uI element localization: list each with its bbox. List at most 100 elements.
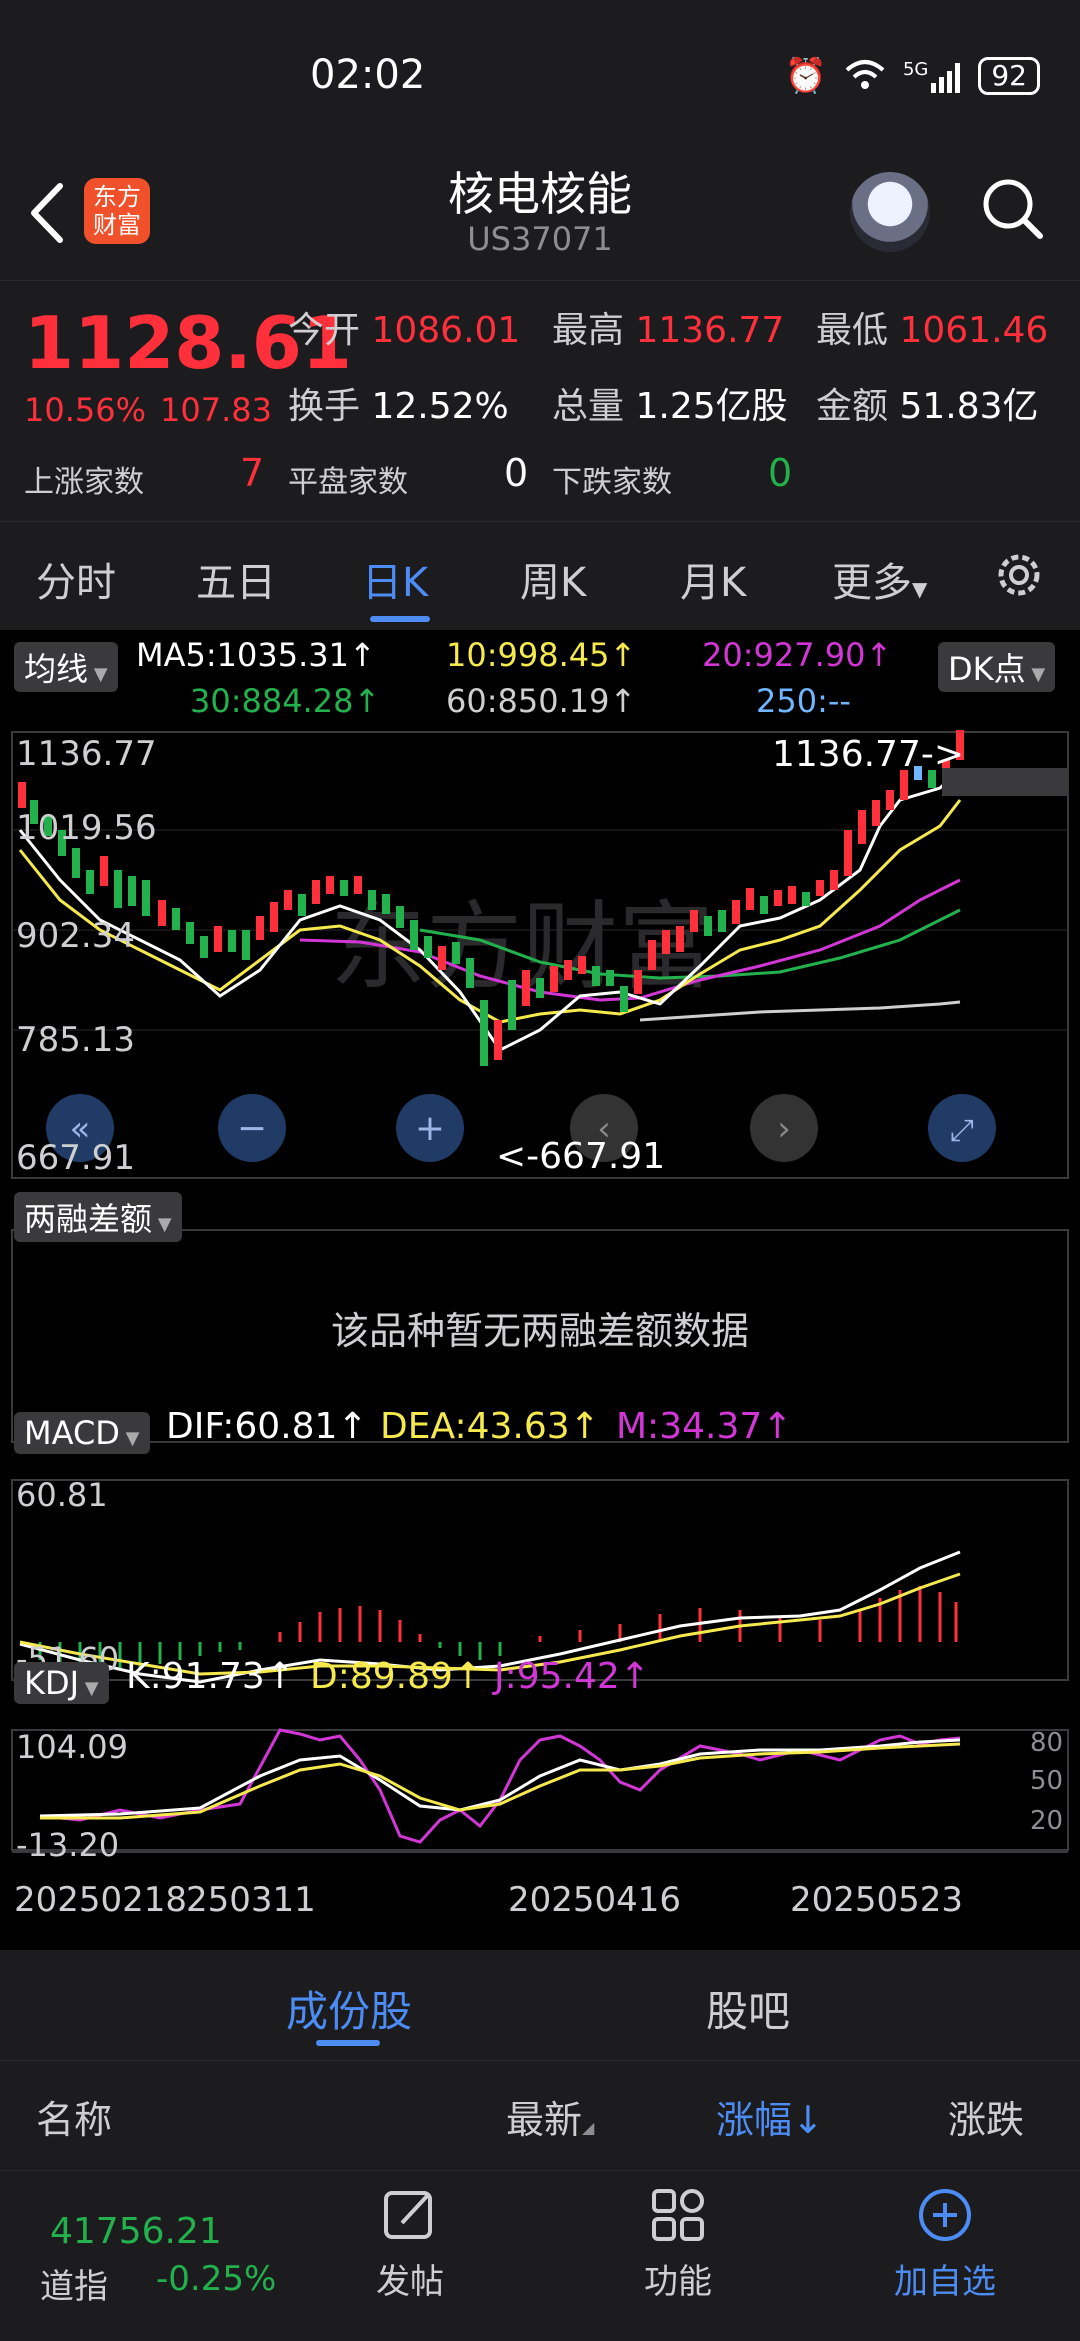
tab-five-day[interactable]: 五日 [196,550,276,608]
header: 东方 财富 核电核能 US37071 [0,150,1080,280]
constituent-tabs: 成份股 股吧 [0,1950,1080,2060]
index-value[interactable]: 41756.21 [50,2211,222,2252]
search-icon [983,179,1043,239]
quote-panel: 1128.61 10.56% 107.83 今开 1086.01 最高 1136… [0,280,1080,522]
down-count-label: 下跌家数 [552,465,672,500]
date-label-4: 20250523 [790,1880,964,1920]
macd-y-top: 60.81 [16,1476,108,1514]
function-button[interactable]: 功能 [638,2185,718,2303]
chevron-right-icon: › [777,1109,791,1149]
flat-count: 0 [504,451,529,495]
kdj-d-value: D:89.89↑ [310,1656,484,1697]
tab-stock-forum[interactable]: 股吧 [706,1978,790,2039]
robot-assistant-icon[interactable] [850,172,930,252]
ma60-value: 60:850.19↑ [446,682,637,720]
col-change[interactable]: 涨跌 [948,2089,1024,2144]
macd-m-value: M:34.37↑ [616,1406,793,1447]
y-label-5: 667.91 [16,1138,135,1178]
tab-weekly-k[interactable]: 周K [520,550,586,608]
post-button[interactable]: 发帖 [370,2185,450,2303]
col-pct-sort[interactable]: 涨幅↓ [716,2089,824,2144]
ma-selector[interactable]: 均线 ▼ [14,642,118,692]
change-amount: 107.83 [160,391,272,429]
kdj-y-bottom: -13.20 [16,1826,120,1864]
amount-stat: 金额 51.83亿 [816,386,1039,427]
flat-count-label: 平盘家数 [288,465,408,500]
alarm-icon: ⏰ [784,56,827,96]
active-tab-indicator [370,616,430,622]
index-name[interactable]: 道指 [40,2259,108,2308]
y-label-4: 785.13 [16,1020,135,1060]
ma10-value: 10:998.45↑ [446,636,637,674]
edit-icon [384,2191,432,2239]
tab-constituents[interactable]: 成份股 [286,1978,412,2039]
volume-stat: 总量 1.25亿股 [552,386,788,427]
min-price-marker: <-667.91 [496,1136,666,1177]
margin-selector[interactable]: 两融差额 ▼ [14,1192,182,1242]
macd-frame [11,1479,1069,1681]
kdj-k-value: K:91.73↑ [126,1656,295,1697]
add-watchlist-button[interactable]: 加自选 [890,2185,1000,2303]
status-bar: 02:02 ⏰ 5G 92 [0,0,1080,150]
minus-icon: − [237,1108,267,1149]
date-label-1: 20250218 [14,1880,188,1920]
kdj-level-50: 50 [1030,1766,1064,1796]
tab-monthly-k[interactable]: 月K [680,550,746,608]
tab-intraday[interactable]: 分时 [36,550,116,608]
date-label-2: 250311 [186,1880,316,1920]
grid-icon [652,2189,704,2241]
macd-dea-value: DEA:43.63↑ [380,1406,600,1447]
turnover-stat: 换手 12.52% [288,386,509,427]
kdj-y-top: 104.09 [16,1728,128,1766]
battery-indicator: 92 [978,57,1040,95]
plus-circle-icon [919,2189,971,2241]
ma5-value: MA5:1035.31↑ [136,636,376,674]
ma60-line [639,1000,961,1022]
dk-point-button[interactable]: DK点 ▼ [938,642,1056,692]
status-time: 02:02 [310,52,426,98]
chart-area[interactable]: 均线 ▼ MA5:1035.31↑ 10:998.45↑ 20:927.90↑ … [0,630,1080,1950]
add-watchlist-label: 加自选 [894,2262,996,2302]
ma250-value: 250:-- [756,682,851,720]
chart-settings-button[interactable] [990,546,1048,604]
margin-empty-text: 该品种暂无两融差额数据 [330,1309,749,1353]
tab-more[interactable]: 更多▼ [832,550,927,608]
open-stat: 今开 1086.01 [288,310,521,351]
y-label-1: 1136.77 [16,734,157,774]
kdj-selector[interactable]: KDJ ▼ [14,1662,109,1704]
signal-icon: 5G [902,59,961,93]
search-button[interactable] [978,174,1046,242]
max-price-marker: 1136.77-> [772,734,965,775]
bottom-bar: 41756.21 道指 -0.25% 发帖 功能 加自选 [0,2170,1080,2341]
date-label-3: 20250416 [508,1880,682,1920]
macd-selector[interactable]: MACD ▼ [14,1412,150,1454]
up-count-label: 上涨家数 [24,465,144,500]
period-tabs: 分时 五日 日K 周K 月K 更多▼ [0,520,1080,631]
up-count: 7 [240,451,265,495]
ma20-value: 20:927.90↑ [702,636,893,674]
kdj-j-value: J:95.42↑ [494,1656,650,1697]
col-name: 名称 [36,2098,113,2142]
kdj-level-20: 20 [1030,1806,1064,1836]
bottom-tab-indicator [316,2040,380,2046]
function-label: 功能 [644,2262,712,2302]
plus-icon: + [415,1108,445,1149]
caret-down-icon: ▼ [912,577,928,601]
kdj-j-line [39,1728,961,1844]
change-percent: 10.56% [24,391,147,429]
y-label-3: 902.34 [16,916,135,956]
ma30-value: 30:884.28↑ [190,682,381,720]
low-stat: 最低 1061.46 [816,310,1049,351]
network-label: 5G [902,59,929,80]
index-pct[interactable]: -0.25% [156,2259,276,2299]
column-header: 名称 最新◢ 涨幅↓ 涨跌 [0,2060,1080,2171]
high-stat: 最高 1136.77 [552,310,785,351]
tab-daily-k[interactable]: 日K [362,550,428,608]
post-label: 发帖 [376,2262,444,2302]
kdj-level-80: 80 [1030,1728,1064,1758]
col-latest[interactable]: 最新◢ [506,2089,594,2144]
y-label-2: 1019.56 [16,808,157,848]
wifi-icon [845,58,885,94]
macd-dif-value: DIF:60.81↑ [166,1406,368,1447]
down-count: 0 [768,451,793,495]
